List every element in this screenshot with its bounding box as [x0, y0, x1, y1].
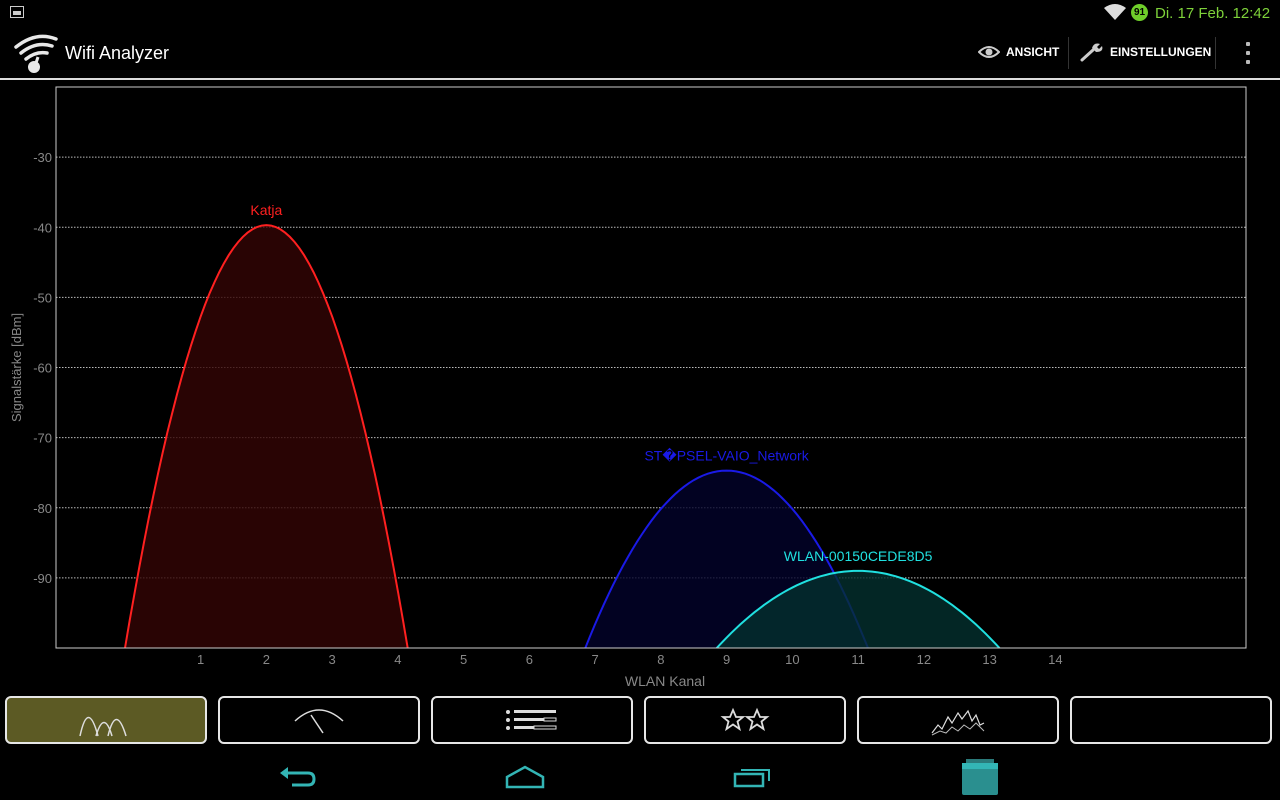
view-button-label: ANSICHT — [1006, 45, 1060, 59]
tab-empty[interactable] — [1070, 696, 1272, 744]
x-tick-label: 5 — [460, 652, 467, 667]
series-label: WLAN-00150CEDE8D5 — [784, 548, 933, 564]
y-axis-label: Signalstärke [dBm] — [9, 313, 24, 422]
home-icon[interactable] — [495, 758, 555, 796]
view-tabs — [0, 694, 1280, 750]
x-tick-label: 14 — [1048, 652, 1062, 667]
app-drawer-icon[interactable] — [950, 758, 1010, 796]
back-icon[interactable] — [268, 758, 328, 796]
navigation-bar — [0, 752, 1280, 800]
x-tick-label: 9 — [723, 652, 730, 667]
x-tick-label: 12 — [917, 652, 931, 667]
wrench-icon — [1080, 43, 1103, 62]
x-tick-label: 3 — [329, 652, 336, 667]
ap-list-icon — [506, 710, 557, 730]
x-tick-label: 13 — [982, 652, 996, 667]
channel-graph: -30 -40 -50 -60 -70 -80 -90 1 2 3 4 5 6 7 8 9 10 11 12 13 14… — [0, 82, 1280, 692]
settings-button[interactable]: EINSTELLUNGEN — [1080, 34, 1211, 70]
tab-time-graph[interactable] — [857, 696, 1059, 744]
action-bar: Wifi Analyzer ANSICHT EINSTELLUNGEN — [0, 25, 1280, 80]
y-tick-label: -30 — [33, 150, 52, 165]
x-tick-label: 11 — [851, 652, 865, 667]
eye-icon — [978, 46, 1000, 58]
channel-graph-icon — [79, 716, 127, 737]
x-tick-label: 8 — [657, 652, 664, 667]
app-title: Wifi Analyzer — [65, 43, 170, 63]
x-tick-label: 2 — [263, 652, 270, 667]
x-tick-label: 7 — [591, 652, 598, 667]
tab-signal-meter[interactable] — [218, 696, 420, 744]
settings-button-label: EINSTELLUNGEN — [1110, 45, 1212, 59]
status-clock: Di. 17 Feb. 12:42 — [1155, 5, 1271, 22]
battery-icon: 91 — [1131, 4, 1148, 21]
gallery-notification-icon — [10, 6, 24, 18]
time-graph-icon — [931, 709, 985, 736]
y-tick-label: -40 — [33, 220, 52, 235]
action-divider — [1215, 37, 1216, 69]
y-tick-label: -70 — [33, 431, 52, 446]
wifi-logo-icon[interactable] — [12, 31, 60, 80]
x-tick-label: 6 — [526, 652, 533, 667]
series-label: Katja — [250, 202, 282, 218]
channel-rating-icon — [720, 707, 770, 732]
tab-ap-list[interactable] — [431, 696, 633, 744]
wifi-status-icon — [1104, 3, 1126, 26]
signal-meter-icon — [294, 709, 344, 734]
x-tick-label: 1 — [197, 652, 204, 667]
x-tick-label: 4 — [394, 652, 401, 667]
x-tick-label: 10 — [785, 652, 799, 667]
channel-graph-svg: -30-40-50-60-70-80-901 2 3 4 5 6 7 8 9 10 11 12 13 14… — [9, 86, 1247, 689]
tab-channel-rating[interactable] — [644, 696, 846, 744]
y-tick-label: -50 — [33, 290, 52, 305]
x-axis-label: WLAN Kanal — [625, 673, 705, 689]
status-bar: 91 Di. 17 Feb. 12:42 — [0, 0, 1280, 25]
y-tick-label: -60 — [33, 361, 52, 376]
overflow-menu-icon[interactable] — [1238, 37, 1258, 69]
y-tick-label: -90 — [33, 571, 52, 586]
recent-apps-icon[interactable] — [722, 758, 782, 796]
tab-channel-graph[interactable] — [5, 696, 207, 744]
series-label: ST�PSEL-VAIO_Network — [644, 448, 809, 464]
view-button[interactable]: ANSICHT — [978, 34, 1059, 70]
y-tick-label: -80 — [33, 501, 52, 516]
action-divider — [1068, 37, 1069, 69]
